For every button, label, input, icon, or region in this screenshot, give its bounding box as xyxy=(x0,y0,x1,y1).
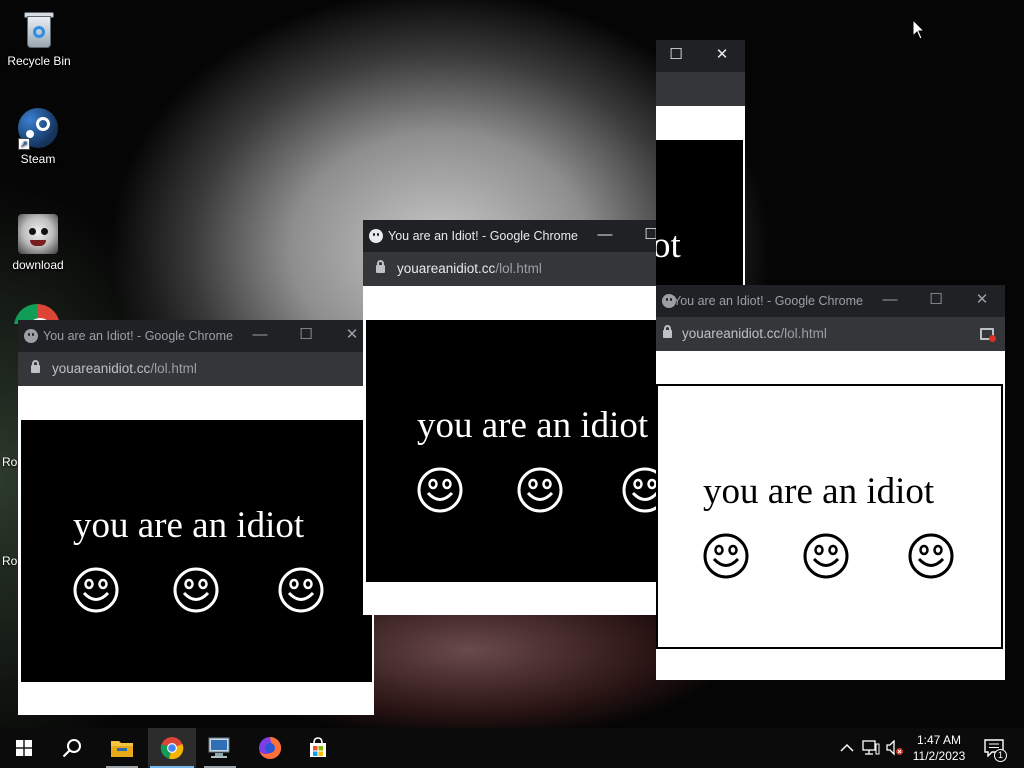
smiley-face-icon xyxy=(517,467,563,513)
recycle-bin-icon xyxy=(19,10,59,50)
page-content: you are an idiot xyxy=(656,384,1003,649)
smiley-face-icon xyxy=(173,567,219,613)
lock-icon xyxy=(663,325,672,338)
volume-muted-icon[interactable] xyxy=(886,740,904,756)
start-icon xyxy=(16,740,32,756)
window-titlebar[interactable]: You are an Idiot! - Google Chrome — ☐ ✕ xyxy=(18,320,374,352)
taskbar: 1:47 AM 11/2/2023 1 xyxy=(0,728,1024,768)
minimize-button[interactable]: — xyxy=(582,220,628,252)
window-titlebar[interactable]: You are an Idiot! - Google Chrome — ☐ xyxy=(363,220,656,252)
minimize-button[interactable]: — xyxy=(867,285,913,317)
desktop-icon-download[interactable]: download xyxy=(0,214,76,272)
page-content: you are an idiot xyxy=(21,420,372,682)
address-bar[interactable]: youareanidiot.cc/lol.html xyxy=(363,252,656,286)
smiley-face-icon xyxy=(622,467,656,513)
taskbar-network-app[interactable] xyxy=(196,728,244,768)
page-content: you are an idiot xyxy=(366,320,656,582)
close-button[interactable]: ✕ xyxy=(699,40,745,72)
clock-time: 1:47 AM xyxy=(916,733,962,747)
search-button[interactable] xyxy=(48,728,96,768)
window-titlebar[interactable]: ☐ ✕ xyxy=(656,40,745,72)
notification-center-button[interactable]: 1 xyxy=(978,728,1018,768)
chrome-window-back[interactable]: ☐ ✕ ot xyxy=(656,40,745,290)
maximize-button[interactable]: ☐ xyxy=(628,220,656,252)
chevron-up-icon[interactable] xyxy=(840,743,854,753)
smiley-face-icon xyxy=(417,467,463,513)
desktop-icon-steam[interactable]: ↗ Steam xyxy=(0,108,76,166)
url-text: youareanidiot.cc/lol.html xyxy=(52,361,197,376)
smiley-favicon-icon xyxy=(369,229,383,243)
chrome-window-left[interactable]: You are an Idiot! - Google Chrome — ☐ ✕ … xyxy=(18,320,374,715)
desktop-icon-label: download xyxy=(12,258,64,272)
face-image-icon xyxy=(18,214,58,254)
steam-icon: ↗ xyxy=(18,108,58,150)
url-text: youareanidiot.cc/lol.html xyxy=(397,261,542,276)
window-title: You are an Idiot! - Google Chrome xyxy=(388,229,578,243)
address-bar[interactable]: youareanidiot.cc/lol.html xyxy=(18,352,374,386)
smiley-face-icon xyxy=(703,533,749,579)
taskbar-chrome[interactable] xyxy=(148,728,196,768)
chrome-window-right[interactable]: You are an Idiot! - Google Chrome — ☐ ✕ … xyxy=(656,285,1005,680)
file-explorer-icon xyxy=(111,741,133,757)
address-bar[interactable] xyxy=(656,72,745,106)
window-titlebar[interactable]: You are an Idiot! - Google Chrome — ☐ ✕ xyxy=(656,285,1005,317)
taskbar-file-explorer[interactable] xyxy=(98,728,146,768)
smiley-face-icon xyxy=(73,567,119,613)
window-title: You are an Idiot! - Google Chrome xyxy=(673,294,863,308)
network-icon[interactable] xyxy=(862,740,880,756)
close-button[interactable]: ✕ xyxy=(959,285,1005,317)
maximize-button[interactable]: ☐ xyxy=(656,40,699,72)
minimize-button[interactable]: — xyxy=(237,320,283,352)
taskbar-store[interactable] xyxy=(294,728,342,768)
start-button[interactable] xyxy=(0,728,48,768)
url-text: youareanidiot.cc/lol.html xyxy=(682,326,827,341)
store-icon xyxy=(310,737,326,757)
idiot-text: you are an idiot xyxy=(417,405,649,446)
network-computer-icon xyxy=(208,737,230,758)
desktop-icon-partial-label[interactable]: Ro xyxy=(2,554,17,568)
chrome-icon xyxy=(160,737,184,760)
smiley-face-icon xyxy=(278,567,324,613)
desktop-icon-label: Steam xyxy=(20,152,56,166)
window-title: You are an Idiot! - Google Chrome xyxy=(43,329,233,343)
maximize-button[interactable]: ☐ xyxy=(913,285,959,317)
page-content: ot xyxy=(656,140,743,290)
idiot-text: ot xyxy=(656,225,681,266)
popup-blocked-icon[interactable] xyxy=(980,328,996,342)
smiley-favicon-icon xyxy=(24,329,38,343)
taskbar-clock[interactable]: 1:47 AM 11/2/2023 xyxy=(906,732,972,764)
smiley-face-icon xyxy=(803,533,849,579)
clock-date: 11/2/2023 xyxy=(912,749,966,763)
idiot-text: you are an idiot xyxy=(703,471,935,512)
lock-icon xyxy=(376,260,385,273)
taskbar-firefox[interactable] xyxy=(246,728,294,768)
maximize-button[interactable]: ☐ xyxy=(283,320,329,352)
desktop-icon-recycle-bin[interactable]: Recycle Bin xyxy=(1,10,77,68)
address-bar[interactable]: youareanidiot.cc/lol.html xyxy=(656,317,1005,351)
smiley-face-icon xyxy=(908,533,954,579)
desktop-icon-partial-label[interactable]: Ro xyxy=(2,455,17,469)
search-icon xyxy=(62,739,81,758)
lock-icon xyxy=(31,360,40,373)
idiot-text: you are an idiot xyxy=(73,505,305,546)
chrome-window-middle[interactable]: You are an Idiot! - Google Chrome — ☐ yo… xyxy=(363,220,656,615)
firefox-icon xyxy=(259,736,282,759)
notification-count-badge: 1 xyxy=(994,749,1007,762)
desktop-icon-label: Recycle Bin xyxy=(7,54,71,68)
mouse-cursor-icon xyxy=(912,19,926,40)
